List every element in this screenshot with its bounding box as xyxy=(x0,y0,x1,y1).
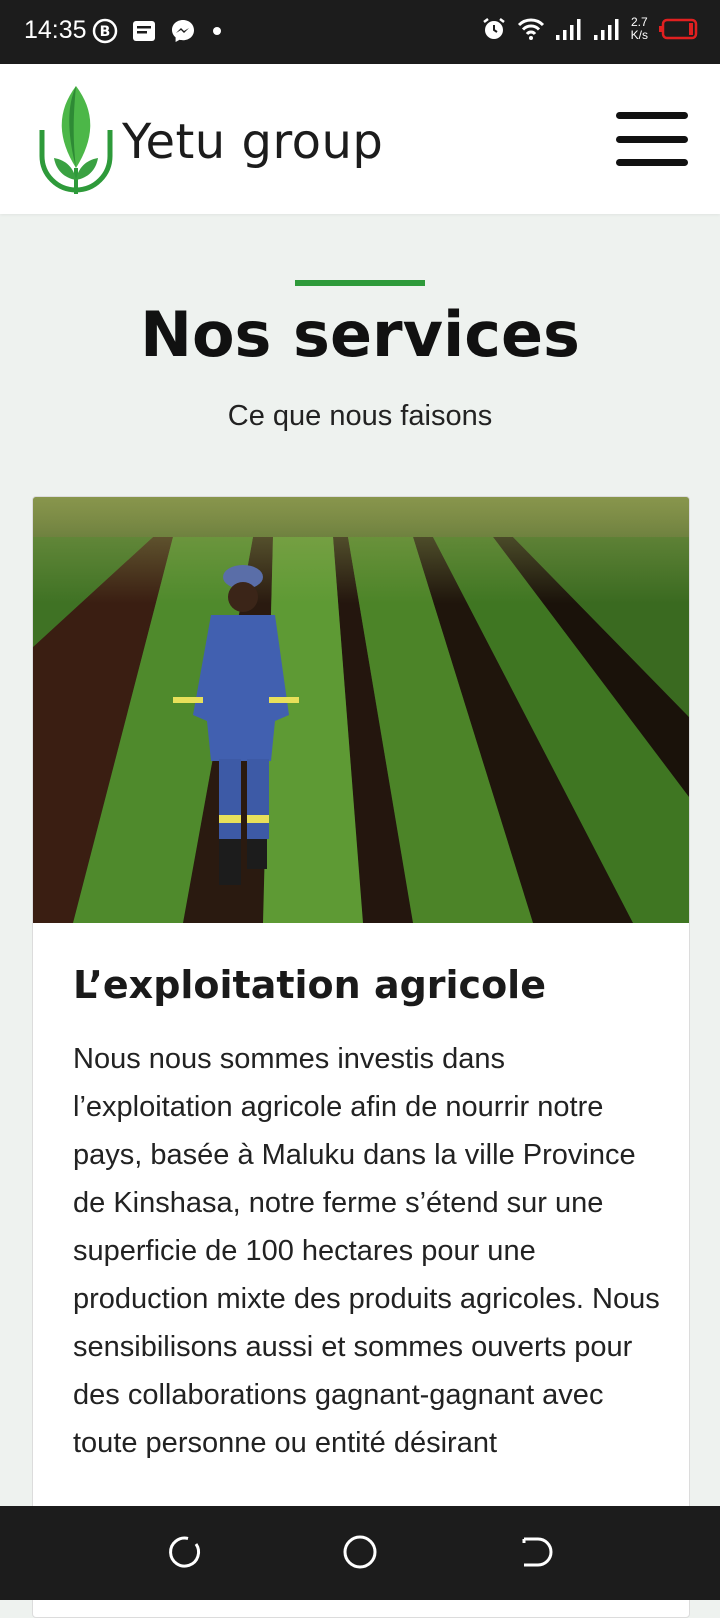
status-bar: 14:35 B 2.7 K/s xyxy=(0,0,720,64)
recent-apps-icon[interactable] xyxy=(166,1534,202,1570)
dot-icon xyxy=(213,27,221,35)
messenger-icon xyxy=(172,20,194,42)
leaf-logo-icon xyxy=(39,86,113,194)
signal-icon xyxy=(593,19,619,40)
back-icon[interactable] xyxy=(518,1534,554,1570)
svg-text:B: B xyxy=(100,24,111,40)
site-header: Yetu group xyxy=(0,64,720,214)
home-icon[interactable] xyxy=(342,1534,378,1570)
alarm-icon xyxy=(482,18,505,39)
battery-icon xyxy=(659,18,698,40)
wifi-icon xyxy=(517,18,544,40)
signal-icon xyxy=(555,19,581,40)
hamburger-menu-icon[interactable] xyxy=(616,112,688,166)
b-app-icon: B xyxy=(92,18,118,44)
card-title: L’exploitation agricole xyxy=(73,963,546,1007)
section-title: Nos services xyxy=(140,298,580,371)
service-card: L’exploitation agricole Nous nous sommes… xyxy=(32,496,690,1618)
brand-name: Yetu group xyxy=(122,114,384,170)
logo[interactable]: Yetu group xyxy=(36,84,383,200)
farmer-in-field-photo xyxy=(33,497,689,923)
navigation-bar xyxy=(0,1506,720,1600)
message-icon xyxy=(133,21,155,41)
card-description: Nous nous sommes investis dans l’exploit… xyxy=(73,1043,660,1459)
section-accent-rule xyxy=(295,280,425,286)
section-subtitle: Ce que nous faisons xyxy=(227,400,493,432)
network-speed: 2.7 K/s xyxy=(630,15,648,42)
status-time: 14:35 xyxy=(24,16,87,44)
